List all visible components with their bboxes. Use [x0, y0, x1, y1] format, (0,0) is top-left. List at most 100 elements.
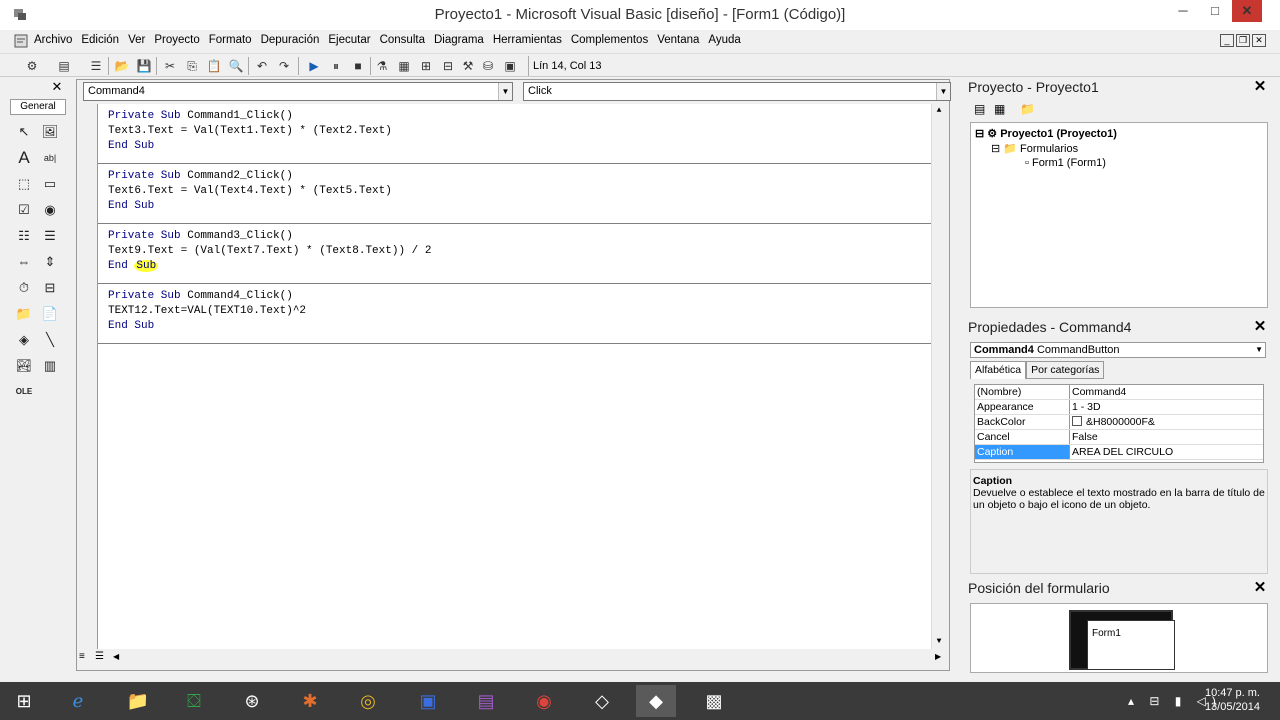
menu-archivo[interactable]: Archivo	[34, 34, 72, 46]
drivelistbox-tool-icon[interactable]: ⊟	[40, 278, 60, 298]
horizontal-scrollbar[interactable]: ≡ ☰ ◀ ▶	[77, 650, 949, 665]
property-row-selected[interactable]: Caption AREA DEL CIRCULO	[975, 445, 1263, 460]
menu-diagrama[interactable]: Diagrama	[434, 34, 484, 46]
menu-ver[interactable]: Ver	[128, 34, 145, 46]
hp-icon[interactable]: ⊛	[232, 685, 272, 717]
project-explorer-icon[interactable]: ⚗	[374, 58, 390, 74]
clock[interactable]: 10:47 p. m. 13/05/2014	[1190, 686, 1260, 714]
procedure-view-icon[interactable]: ≡	[79, 651, 85, 662]
find-icon[interactable]: 🔍	[228, 58, 244, 74]
run-icon[interactable]: ▶	[306, 58, 322, 74]
cut-icon[interactable]: ✂	[162, 58, 178, 74]
line-tool-icon[interactable]: ╲	[40, 330, 60, 350]
close-button[interactable]: ✕	[1232, 0, 1262, 22]
scroll-left-icon[interactable]: ◀	[113, 652, 119, 661]
toolbox-close-icon[interactable]: ✕	[50, 80, 64, 94]
scroll-up-icon[interactable]: ▲	[932, 104, 946, 118]
properties-window-icon[interactable]: ▦	[396, 58, 412, 74]
picturebox-tool-icon[interactable]: 🖼	[40, 122, 60, 142]
label-tool-icon[interactable]: A	[14, 148, 34, 168]
vb-app-taskbar-icon[interactable]: ◇	[582, 685, 622, 717]
open-icon[interactable]: 📂	[114, 58, 130, 74]
component-manager-icon[interactable]: ▣	[502, 58, 518, 74]
chevron-down-icon[interactable]: ▼	[498, 83, 512, 100]
close-icon[interactable]: ✕	[1252, 580, 1268, 596]
full-module-view-icon[interactable]: ☰	[95, 651, 104, 662]
textbox-tool-icon[interactable]: ab|	[40, 148, 60, 168]
chrome-icon[interactable]: ◉	[524, 685, 564, 717]
image-tool-icon[interactable]: 🏞	[14, 356, 34, 376]
onenote-icon[interactable]: ▤	[466, 685, 506, 717]
commandbutton-tool-icon[interactable]: ▭	[40, 174, 60, 194]
paint-app-icon[interactable]: ✱	[290, 685, 330, 717]
pointer-tool-icon[interactable]: ↖	[14, 122, 34, 142]
form-preview[interactable]: Form1	[1087, 620, 1175, 670]
procedure-combo[interactable]: Click ▼	[523, 82, 951, 101]
windows-start-icon[interactable]: ⊞	[4, 685, 44, 717]
code-editor[interactable]: Private Sub Command1_Click() Text3.Text …	[97, 104, 946, 649]
tree-form[interactable]: ▫ Form1 (Form1)	[1025, 157, 1106, 169]
redo-icon[interactable]: ↷	[276, 58, 292, 74]
word-app-icon[interactable]: ▣	[408, 685, 448, 717]
tab-alfabetica[interactable]: Alfabética	[970, 361, 1027, 379]
listbox-tool-icon[interactable]: ☰	[40, 226, 60, 246]
object-selector[interactable]: Command4 CommandButton ▼	[970, 342, 1266, 358]
menu-ventana[interactable]: Ventana	[657, 34, 699, 46]
vscrollbar-tool-icon[interactable]: ⇕	[40, 252, 60, 272]
minimize-button[interactable]: ─	[1168, 0, 1198, 22]
mdi-restore-icon[interactable]: ❐	[1236, 34, 1250, 47]
object-browser-icon[interactable]: ⊟	[440, 58, 456, 74]
chevron-down-icon[interactable]: ▼	[1255, 343, 1263, 357]
scroll-down-icon[interactable]: ▼	[932, 635, 946, 649]
menu-proyecto[interactable]: Proyecto	[154, 34, 199, 46]
tab-por-categorias[interactable]: Por categorías	[1026, 361, 1105, 379]
combobox-tool-icon[interactable]: ☷	[14, 226, 34, 246]
mdi-minimize-icon[interactable]: _	[1220, 34, 1234, 47]
optionbutton-tool-icon[interactable]: ◉	[40, 200, 60, 220]
object-combo[interactable]: Command4 ▼	[83, 82, 513, 101]
property-row[interactable]: BackColor &H8000000F&	[975, 415, 1263, 430]
chevron-down-icon[interactable]: ▼	[936, 83, 950, 100]
timer-tool-icon[interactable]: ⏱	[14, 278, 34, 298]
property-row[interactable]: Appearance 1 - 3D	[975, 400, 1263, 415]
internet-explorer-icon[interactable]: ℯ	[58, 685, 98, 717]
menu-editor-icon[interactable]: ☰	[88, 58, 104, 74]
add-project-icon[interactable]: ⚙	[24, 58, 40, 74]
ole-tool-icon[interactable]: OLE	[14, 382, 34, 402]
vb-ide-taskbar-icon[interactable]: ◆	[636, 685, 676, 717]
filelistbox-tool-icon[interactable]: 📄	[40, 304, 60, 324]
close-icon[interactable]: ✕	[1252, 79, 1268, 95]
menu-edicion[interactable]: Edición	[81, 34, 119, 46]
form-layout-icon[interactable]: ⊞	[418, 58, 434, 74]
toggle-folders-icon[interactable]: 📁	[1020, 102, 1035, 116]
tree-root[interactable]: ⊟ ⚙ Proyecto1 (Proyecto1)	[975, 127, 1117, 140]
save-icon[interactable]: 💾	[136, 58, 152, 74]
media-app-icon[interactable]: ◎	[348, 685, 388, 717]
code-window-icon[interactable]	[14, 34, 28, 48]
mdi-close-icon[interactable]: ✕	[1252, 34, 1266, 47]
hscrollbar-tool-icon[interactable]: ⇔	[14, 252, 34, 272]
app-32-icon[interactable]: ▩	[694, 685, 734, 717]
undo-icon[interactable]: ↶	[254, 58, 270, 74]
menu-consulta[interactable]: Consulta	[380, 34, 425, 46]
menu-herramientas[interactable]: Herramientas	[493, 34, 562, 46]
add-form-icon[interactable]: ▤	[56, 58, 72, 74]
stop-icon[interactable]: ■	[350, 58, 366, 74]
maximize-button[interactable]: □	[1200, 0, 1230, 22]
copy-icon[interactable]: ⎘	[184, 58, 200, 74]
data-view-icon[interactable]: ⛁	[480, 58, 496, 74]
menu-depuracion[interactable]: Depuración	[261, 34, 320, 46]
property-row[interactable]: Cancel False	[975, 430, 1263, 445]
menu-complementos[interactable]: Complementos	[571, 34, 648, 46]
menu-ayuda[interactable]: Ayuda	[708, 34, 740, 46]
data-tool-icon[interactable]: ▥	[40, 356, 60, 376]
toolbox-icon[interactable]: ⚒	[460, 58, 476, 74]
view-code-icon[interactable]: ▤	[974, 102, 985, 116]
vertical-scrollbar[interactable]: ▲ ▼	[931, 104, 946, 649]
store-icon[interactable]: ⛋	[174, 685, 214, 717]
toolbox-tab-general[interactable]: General	[10, 99, 66, 115]
checkbox-tool-icon[interactable]: ☑	[14, 200, 34, 220]
dirlistbox-tool-icon[interactable]: 📁	[14, 304, 34, 324]
view-object-icon[interactable]: ▦	[994, 102, 1005, 116]
shape-tool-icon[interactable]: ◈	[14, 330, 34, 350]
